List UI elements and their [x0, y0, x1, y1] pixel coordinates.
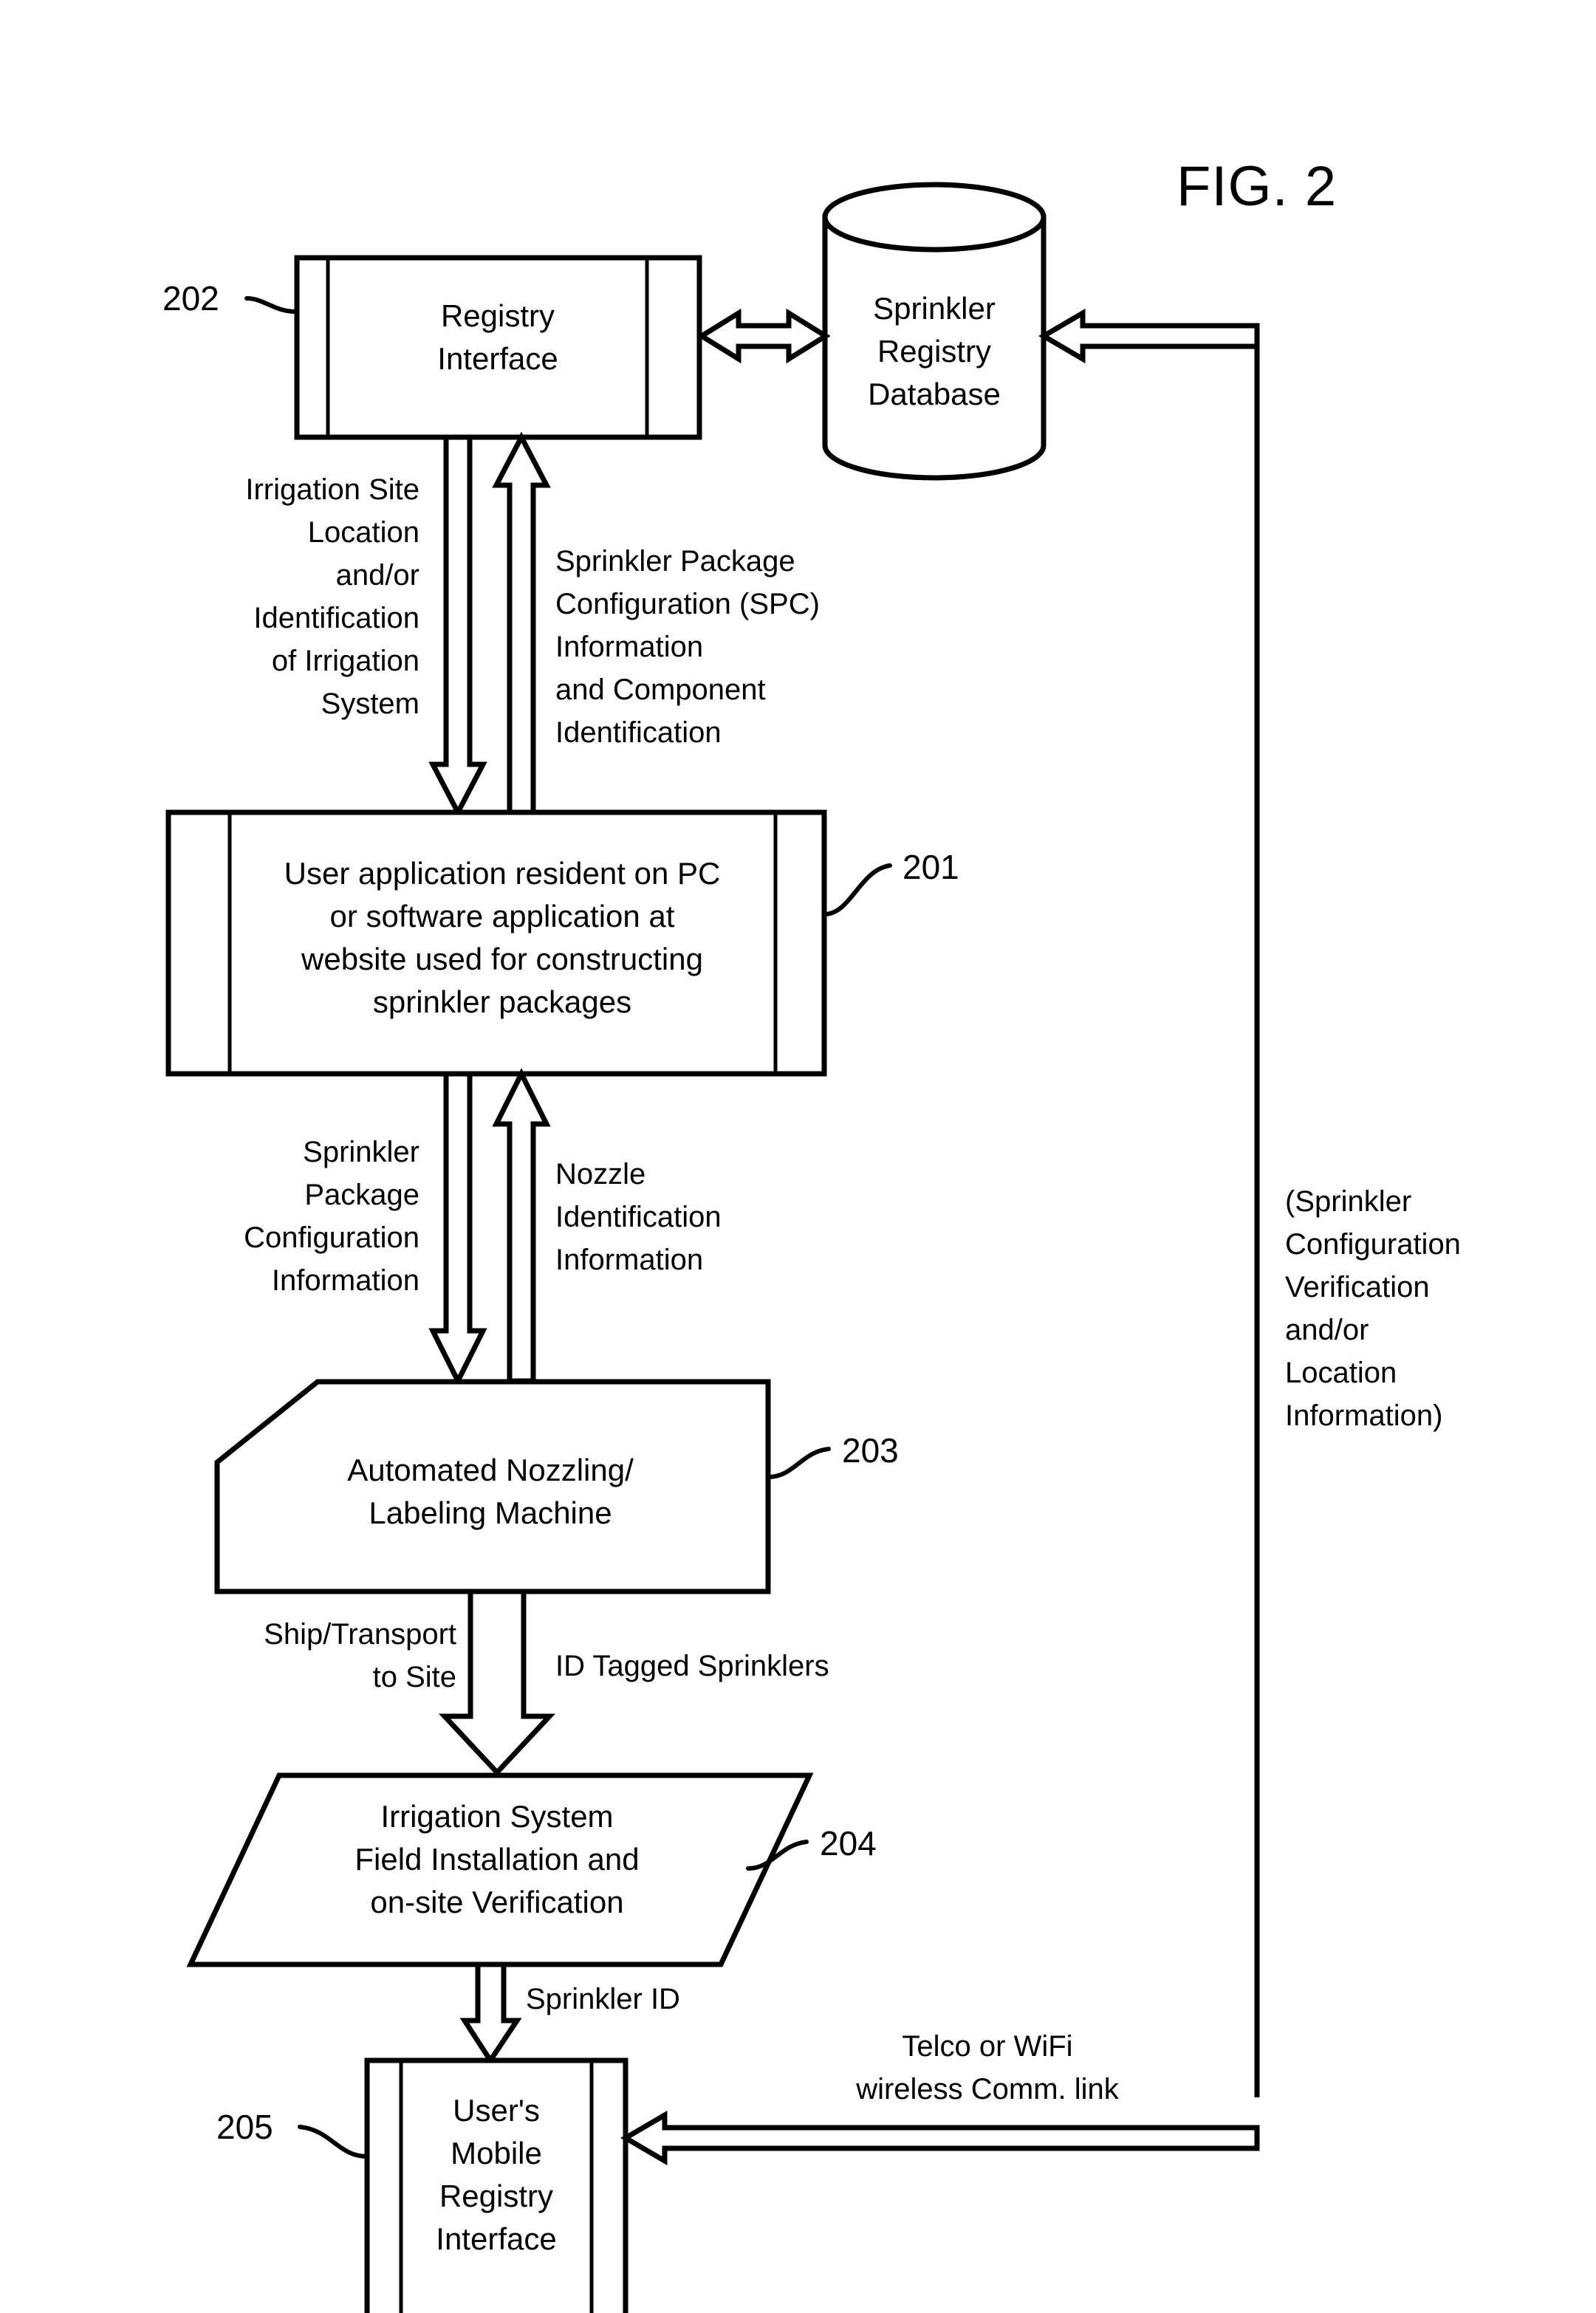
arrow-spc-information-up: [492, 431, 551, 815]
arrow-irrigation-site-down: [428, 434, 487, 818]
verif-line-0: (Sprinkler: [1285, 1185, 1411, 1218]
label-sprinkler-id: Sprinkler ID: [526, 1983, 680, 2015]
irrigation-site-line-5: System: [321, 688, 419, 720]
arrow-sprinkler-id-down: [459, 1961, 522, 2066]
ref-201-label: 201: [903, 848, 959, 886]
telco-line-1: wireless Comm. link: [855, 2073, 1120, 2105]
irrigation-site-line-4: of Irrigation: [272, 645, 419, 677]
nozzling-machine-line-0: Automated Nozzling/: [347, 1453, 634, 1487]
spkg-line-0: Sprinkler: [303, 1136, 419, 1168]
label-telco-wifi-link: Telco or WiFi wireless Comm. link: [855, 2030, 1120, 2105]
node-mobile-registry-interface: User's Mobile Registry Interface: [364, 2057, 629, 2313]
user-application-line-3: sprinkler packages: [373, 984, 631, 1019]
arrow-nozzle-identification-up: [492, 1068, 551, 1384]
mobile-registry-line-2: Registry: [439, 2179, 553, 2213]
verif-line-3: and/or: [1285, 1314, 1369, 1346]
spc-line-4: Identification: [555, 716, 722, 749]
irrigation-site-line-2: and/or: [336, 559, 419, 592]
database-line-0: Sprinkler: [873, 291, 996, 326]
spc-line-0: Sprinkler Package: [555, 545, 795, 578]
arrow-ship-transport-down: [438, 1589, 556, 1777]
ref-202-label: 202: [162, 279, 219, 318]
label-verification-return: (Sprinkler Configuration Verification an…: [1285, 1185, 1461, 1432]
irrigation-site-line-1: Location: [308, 516, 419, 549]
mobile-registry-line-1: Mobile: [451, 2136, 542, 2170]
mobile-registry-line-0: User's: [453, 2093, 540, 2128]
arrow-sprinkler-package-config-down: [428, 1071, 487, 1387]
label-id-tagged-sprinklers: ID Tagged Sprinklers: [555, 1650, 829, 1682]
irrigation-site-line-0: Irrigation Site: [245, 473, 419, 506]
nozzle-line-1: Identification: [555, 1201, 722, 1233]
label-irrigation-site: Irrigation Site Location and/or Identifi…: [245, 473, 419, 720]
label-sprinkler-package-config: Sprinkler Package Configuration Informat…: [244, 1136, 419, 1297]
nozzle-line-0: Nozzle: [555, 1158, 645, 1190]
spc-line-2: Information: [555, 631, 703, 663]
patent-figure-2: FIG. 2 Registry Interface 202 Sprinkler …: [0, 0, 1596, 2313]
node-user-application: User application resident on PC or softw…: [165, 809, 827, 1077]
field-installation-line-2: on-site Verification: [370, 1885, 623, 1919]
label-nozzle-identification: Nozzle Identification Information: [555, 1158, 722, 1276]
verif-line-5: Information): [1285, 1399, 1442, 1432]
database-line-1: Registry: [877, 334, 991, 369]
spkg-line-2: Configuration: [244, 1221, 419, 1254]
user-application-line-2: website used for constructing: [301, 942, 703, 976]
user-application-line-0: User application resident on PC: [284, 856, 721, 891]
ref-205: 205: [216, 2108, 369, 2159]
node-registry-interface: Registry Interface: [294, 255, 702, 440]
ref-201: 201: [822, 848, 959, 916]
spc-line-1: Configuration (SPC): [555, 588, 820, 620]
label-spc-information: Sprinkler Package Configuration (SPC) In…: [555, 545, 820, 749]
label-ship-transport: Ship/Transport to Site: [264, 1618, 456, 1693]
user-application-line-1: or software application at: [330, 899, 675, 933]
verif-line-1: Configuration: [1285, 1228, 1461, 1261]
nozzle-line-2: Information: [555, 1244, 703, 1276]
mobile-registry-line-3: Interface: [436, 2221, 556, 2256]
ship-line-1: to Site: [373, 1661, 456, 1693]
registry-interface-line-0: Registry: [441, 298, 555, 333]
spc-line-3: and Component: [555, 674, 766, 706]
nozzling-machine-line-1: Labeling Machine: [369, 1495, 612, 1530]
ref-202: 202: [162, 279, 299, 318]
verif-line-4: Location: [1285, 1357, 1397, 1389]
spkg-line-1: Package: [304, 1179, 419, 1211]
ref-205-label: 205: [216, 2108, 273, 2146]
spkg-line-3: Information: [272, 1264, 419, 1297]
ref-204-label: 204: [820, 1824, 877, 1863]
registry-interface-line-1: Interface: [437, 341, 558, 376]
field-installation-line-0: Irrigation System: [380, 1799, 613, 1834]
node-field-installation: Irrigation System Field Installation and…: [186, 1772, 814, 1967]
database-line-2: Database: [868, 377, 1001, 411]
field-installation-line-1: Field Installation and: [355, 1842, 639, 1877]
ship-line-0: Ship/Transport: [264, 1618, 456, 1651]
arrow-verification-return-to-database: [1038, 308, 1260, 2097]
figure-title: FIG. 2: [1177, 155, 1337, 218]
node-sprinkler-registry-database: Sprinkler Registry Database: [822, 182, 1047, 481]
telco-line-0: Telco or WiFi: [902, 2030, 1072, 2063]
ref-203: 203: [766, 1431, 899, 1479]
node-nozzling-machine: Automated Nozzling/ Labeling Machine: [214, 1379, 771, 1594]
ref-203-label: 203: [842, 1431, 899, 1470]
sprinkler-id-line-0: Sprinkler ID: [526, 1983, 680, 2015]
verif-line-2: Verification: [1285, 1271, 1430, 1303]
idtag-line-0: ID Tagged Sprinklers: [555, 1650, 829, 1682]
arrow-registry-interface-database: [696, 308, 831, 364]
irrigation-site-line-3: Identification: [253, 602, 419, 634]
arrow-telco-wifi-link: [620, 2110, 1260, 2166]
